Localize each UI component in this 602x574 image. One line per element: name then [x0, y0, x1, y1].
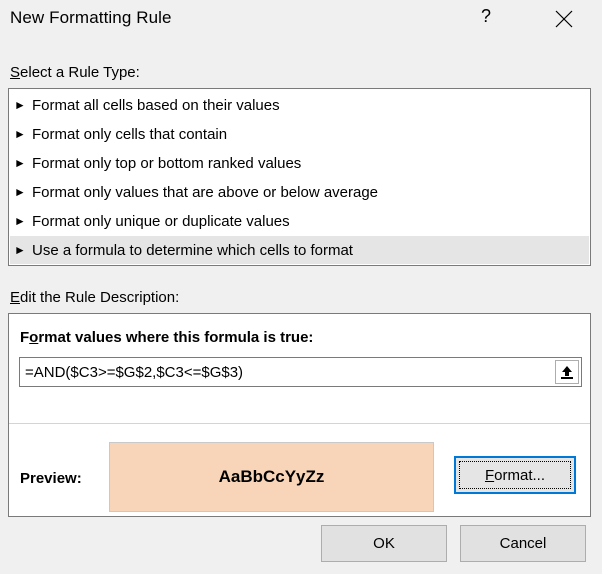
- rule-type-item[interactable]: ► Format only unique or duplicate values: [10, 207, 589, 235]
- rule-type-label: Format only unique or duplicate values: [32, 212, 290, 230]
- arrow-icon: ►: [14, 214, 26, 228]
- rule-type-item[interactable]: ► Format only cells that contain: [10, 120, 589, 148]
- close-button[interactable]: [553, 8, 575, 30]
- ok-button[interactable]: OK: [321, 525, 447, 562]
- collapse-dialog-button[interactable]: [555, 360, 579, 384]
- rule-type-item-selected[interactable]: ► Use a formula to determine which cells…: [10, 236, 589, 264]
- arrow-icon: ►: [14, 185, 26, 199]
- close-icon: [555, 10, 573, 28]
- dialog-title: New Formatting Rule: [10, 8, 172, 27]
- formula-label: Format values where this formula is true…: [20, 329, 314, 346]
- rule-type-item[interactable]: ► Format all cells based on their values: [10, 91, 589, 119]
- rule-type-label: Format only values that are above or bel…: [32, 183, 379, 201]
- rule-type-item[interactable]: ► Format only values that are above or b…: [10, 178, 589, 206]
- arrow-icon: ►: [14, 243, 26, 257]
- section-divider: [9, 423, 590, 424]
- rule-type-label: Format all cells based on their values: [32, 96, 280, 114]
- preview-label: Preview:: [20, 470, 82, 487]
- cancel-button[interactable]: Cancel: [460, 525, 586, 562]
- focus-rectangle: [459, 461, 571, 489]
- new-formatting-rule-dialog: New Formatting Rule ? Select a Rule Type…: [0, 0, 602, 574]
- formula-input[interactable]: =AND($C3>=$G$2,$C3<=$G$3): [19, 357, 582, 387]
- select-rule-type-label: Select a Rule Type:: [10, 64, 140, 81]
- rule-type-item[interactable]: ► Format only top or bottom ranked value…: [10, 149, 589, 177]
- collapse-dialog-icon: [561, 366, 573, 379]
- arrow-icon: ►: [14, 156, 26, 170]
- arrow-icon: ►: [14, 98, 26, 112]
- help-button[interactable]: ?: [478, 6, 494, 27]
- formula-value: =AND($C3>=$G$2,$C3<=$G$3): [25, 364, 244, 381]
- format-button[interactable]: Format...: [454, 456, 576, 494]
- rule-type-label: Format only top or bottom ranked values: [32, 154, 302, 172]
- rule-description-panel: Format values where this formula is true…: [8, 313, 591, 517]
- rule-type-label: Format only cells that contain: [32, 125, 228, 143]
- preview-sample: AaBbCcYyZz: [109, 442, 434, 512]
- rule-type-list[interactable]: ► Format all cells based on their values…: [8, 88, 591, 266]
- rule-type-label: Use a formula to determine which cells t…: [32, 241, 353, 259]
- edit-rule-description-label: Edit the Rule Description:: [10, 289, 180, 306]
- arrow-icon: ►: [14, 127, 26, 141]
